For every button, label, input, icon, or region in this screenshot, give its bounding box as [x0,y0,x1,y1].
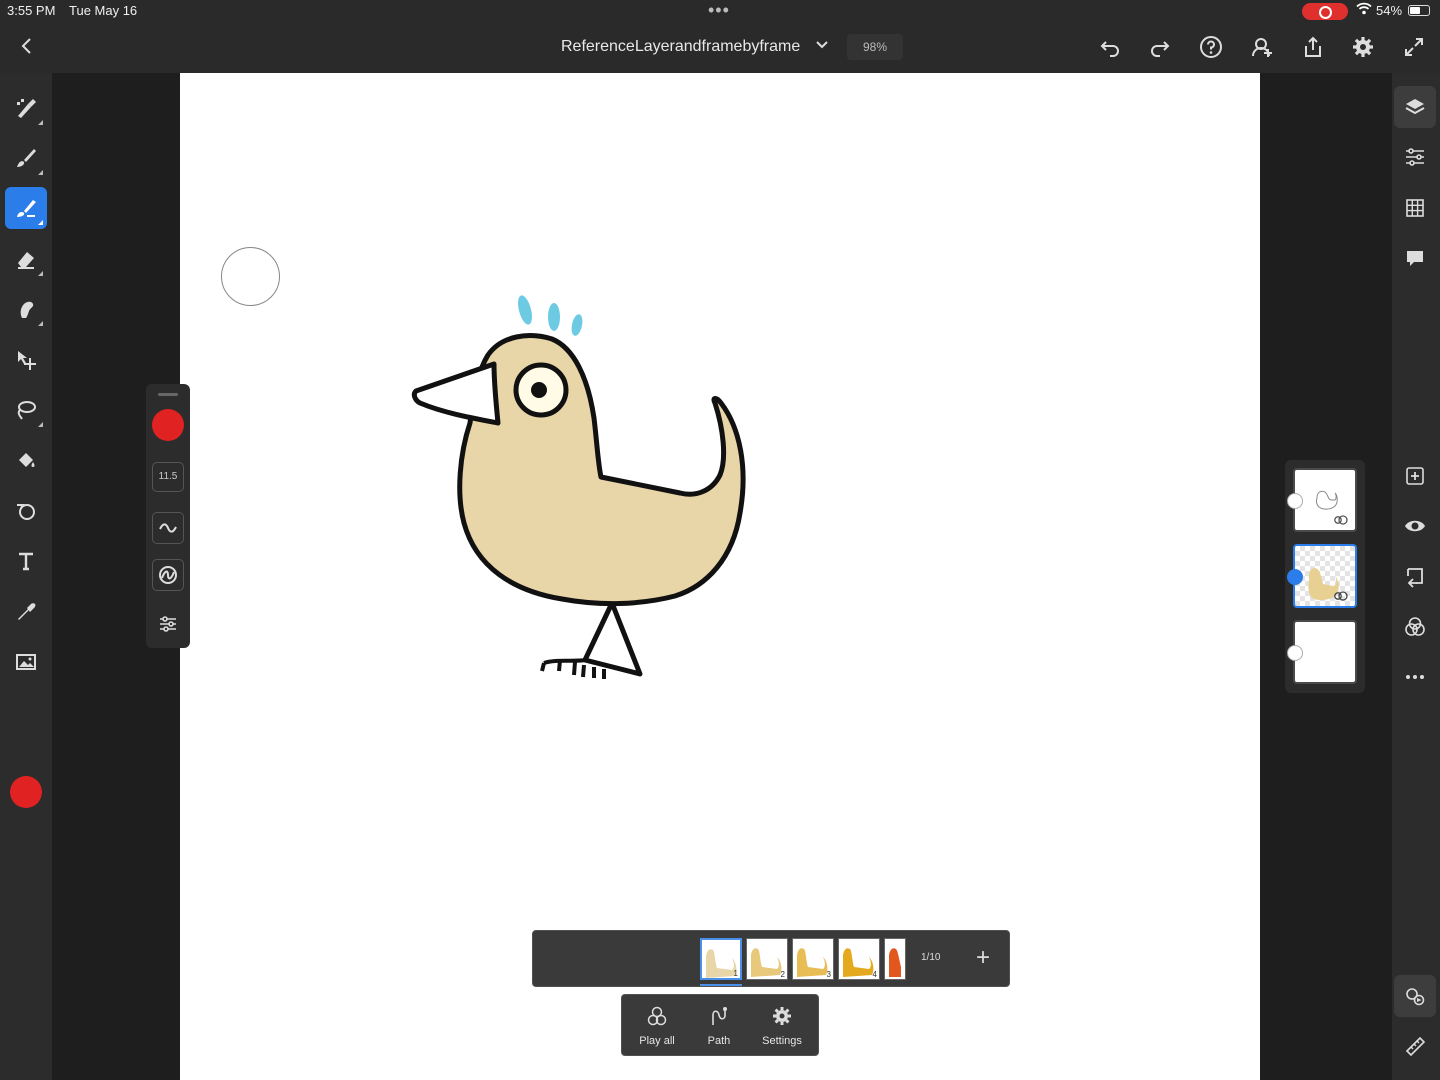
layers-icon[interactable] [1394,86,1436,128]
app-window: 3:55 PM Tue May 16 ••• 54% ReferenceLaye… [0,0,1440,1080]
comments-icon[interactable] [1394,237,1436,279]
gear-icon [773,1007,791,1025]
canvas-area [52,73,1392,1080]
live-brush-icon[interactable] [5,137,47,179]
status-date: Tue May 16 [69,3,138,18]
grid-icon[interactable] [1394,187,1436,229]
text-icon[interactable] [5,540,47,582]
help-icon[interactable] [1199,35,1223,59]
frame-counter: 1/10 [921,952,941,963]
timeline-frame[interactable] [884,938,906,980]
brush-stroke-icon[interactable] [152,512,184,544]
settings-label: Settings [762,1035,802,1047]
zoom-level[interactable]: 98% [847,34,903,60]
brush-settings-sliders-icon[interactable] [152,608,184,640]
image-icon[interactable] [5,641,47,683]
fullscreen-icon[interactable] [1402,35,1426,59]
panel-grip[interactable] [158,393,178,396]
add-layer-icon[interactable] [1394,455,1436,497]
current-frame-indicator [700,984,742,986]
frame-timeline: 1 2 3 4 1/10 + [532,930,1010,987]
settings-icon[interactable] [1351,35,1375,59]
fill-bucket-icon[interactable] [5,439,47,481]
add-frame-button[interactable]: + [969,944,997,972]
multitask-dots-icon[interactable]: ••• [708,0,730,21]
liquify-icon[interactable] [5,490,47,532]
smoothing-icon[interactable] [152,559,184,591]
layers-panel [1285,460,1365,693]
share-user-icon[interactable] [1250,35,1274,59]
properties-icon[interactable] [1394,136,1436,178]
brush-size-value[interactable]: 11.5 [152,462,184,492]
blend-mode-icon[interactable] [1394,606,1436,648]
undo-icon[interactable] [1098,35,1122,59]
animation-settings-button[interactable]: Settings [752,1001,812,1051]
eraser-icon[interactable] [5,238,47,280]
play-all-button[interactable]: Play all [627,1001,687,1051]
status-time: 3:55 PM [7,3,56,18]
timeline-frame[interactable]: 3 [792,938,834,980]
path-button[interactable]: Path [689,1001,749,1051]
reference-layer-icon[interactable] [1394,556,1436,598]
battery-percentage: 54% [1376,3,1403,18]
lasso-select-icon[interactable] [5,389,47,431]
more-options-icon[interactable] [1394,656,1436,698]
left-toolbar [0,73,52,1080]
redo-icon[interactable] [1148,35,1172,59]
battery-icon [1408,5,1430,16]
artboard[interactable] [180,73,1260,1080]
document-title[interactable]: ReferenceLayerandframebyframe [561,38,800,56]
chevron-down-icon[interactable] [814,36,832,54]
right-toolbar [1392,73,1440,1080]
eyedropper-icon[interactable] [5,591,47,633]
play-all-label: Play all [639,1035,675,1047]
brush-color-swatch[interactable] [152,409,184,441]
back-icon[interactable] [16,34,38,60]
smudge-icon[interactable] [5,288,47,330]
ruler-icon[interactable] [1394,1025,1436,1067]
path-label: Path [707,1035,731,1047]
transform-icon[interactable] [5,339,47,381]
layer-type-icon [1287,493,1303,509]
play-all-icon [647,1006,667,1026]
top-toolbar: ReferenceLayerandframebyframe 98% [0,22,1440,73]
timeline-frame[interactable]: 4 [838,938,880,980]
brush-settings-panel: 11.5 [146,384,190,648]
animation-icon[interactable] [1394,975,1436,1017]
status-bar: 3:55 PM Tue May 16 ••• 54% [0,0,1440,22]
export-icon[interactable] [1301,35,1325,59]
timeline-frame[interactable]: 2 [746,938,788,980]
path-icon [712,1007,727,1025]
bird-drawing [411,295,746,679]
wifi-icon [1356,2,1372,18]
visibility-eye-icon[interactable] [1394,505,1436,547]
vector-brush-icon[interactable] [5,187,47,229]
layer-type-icon [1287,645,1303,661]
current-color-swatch[interactable] [10,776,42,808]
animation-menu: Play all Path Settings [621,994,819,1056]
pixel-brush-icon[interactable] [5,87,47,129]
timeline-frame[interactable]: 1 [700,938,742,980]
screen-record-icon[interactable] [1302,3,1348,20]
layer-type-icon [1287,569,1303,585]
